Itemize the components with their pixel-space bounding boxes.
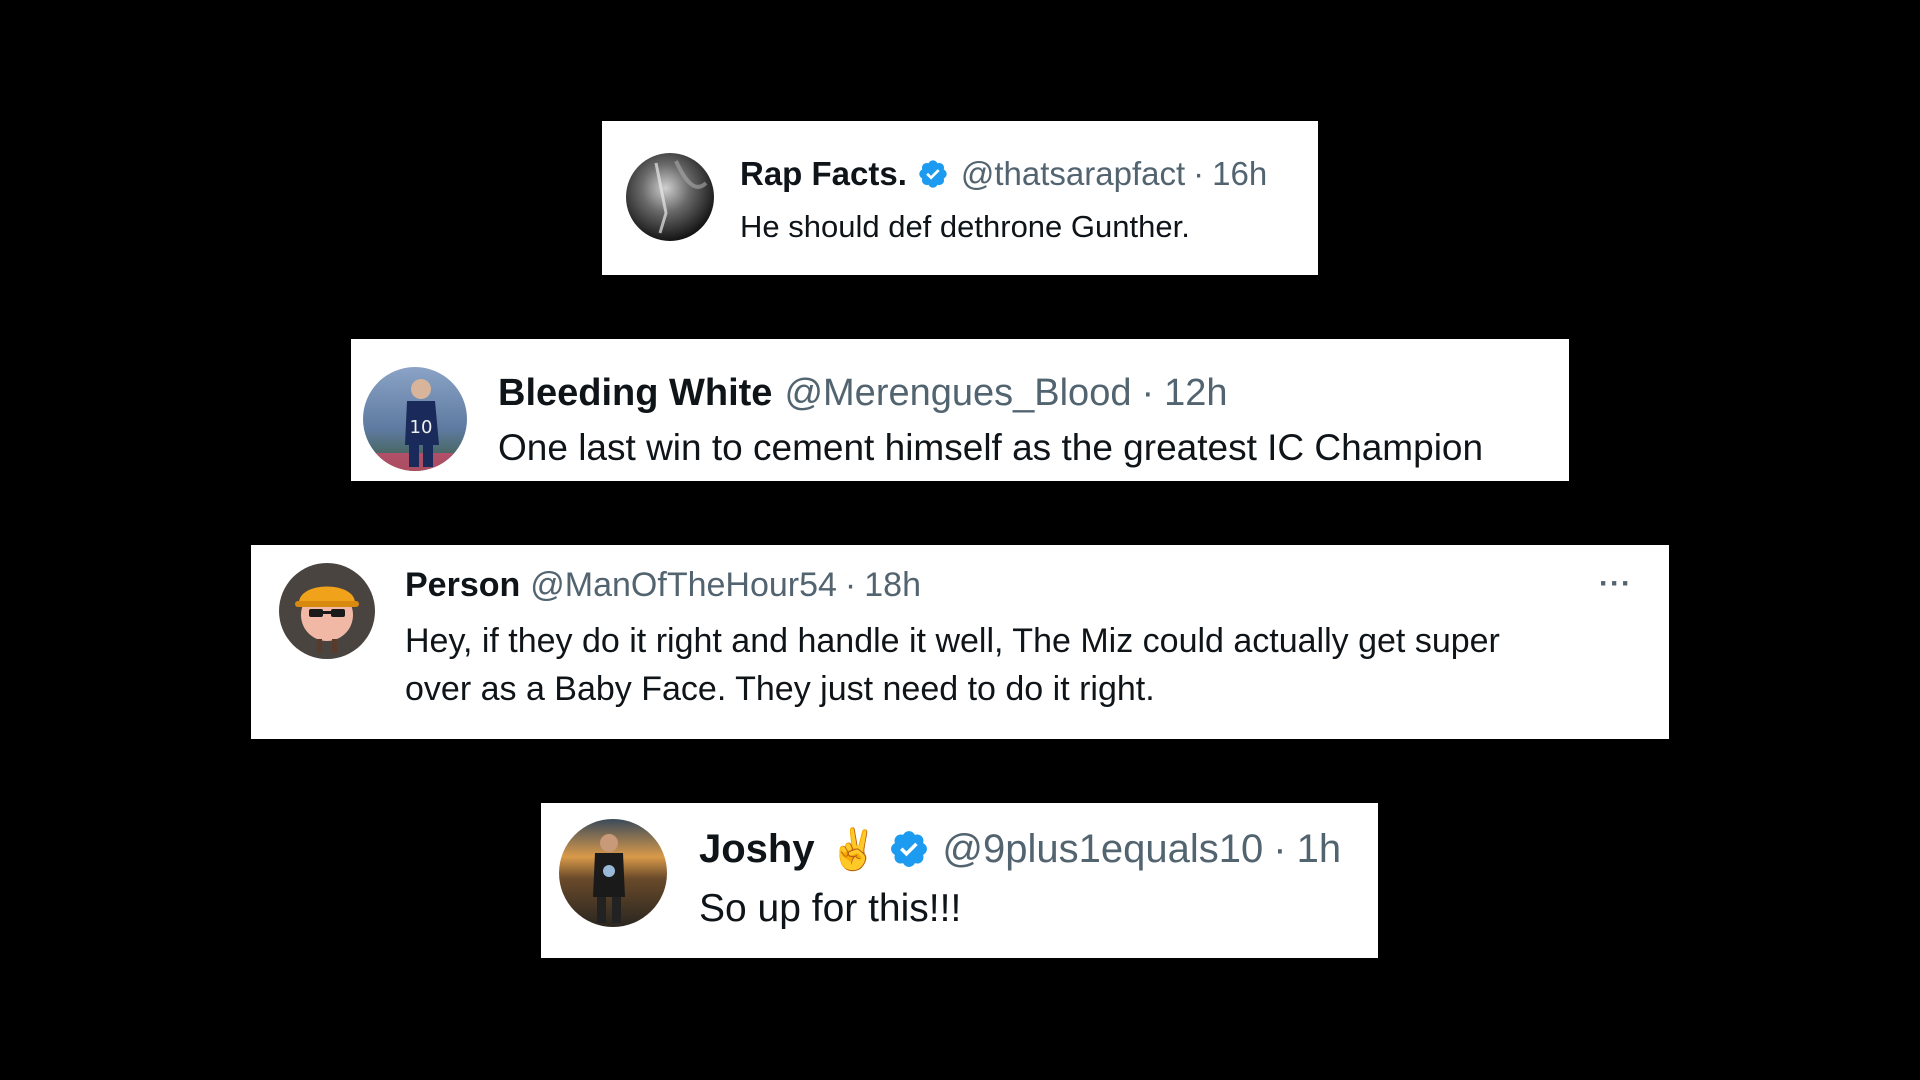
tweet-card[interactable]: Rap Facts. @thatsarapfact · 16h He shoul… xyxy=(602,121,1318,275)
tweet-text: One last win to cement himself as the gr… xyxy=(498,424,1483,472)
timestamp[interactable]: 16h xyxy=(1212,155,1267,193)
tweet-header: Person @ManOfTheHour54 · 18h xyxy=(405,563,921,607)
sunset-person-avatar-icon[interactable] xyxy=(559,819,667,927)
display-name[interactable]: Rap Facts. xyxy=(740,155,907,193)
tweet-text-line: over as a Baby Face. They just need to d… xyxy=(405,670,1155,708)
display-name[interactable]: Joshy xyxy=(699,827,815,872)
tweet-text-line: Hey, if they do it right and handle it w… xyxy=(405,622,1500,660)
user-handle[interactable]: @Merengues_Blood xyxy=(784,372,1131,415)
verified-badge-icon xyxy=(888,828,930,870)
more-options-icon[interactable]: ··· xyxy=(1599,567,1632,601)
tweet-header: Joshy ✌️ @9plus1equals10 · 1h xyxy=(699,823,1341,875)
tweet-text-line: He should def dethrone Gunther. xyxy=(740,209,1190,244)
display-name[interactable]: Person xyxy=(405,566,520,605)
tweet-text: He should def dethrone Gunther. xyxy=(740,205,1190,249)
timestamp[interactable]: 1h xyxy=(1297,827,1342,872)
display-name[interactable]: Bleeding White xyxy=(498,372,772,415)
tweet-header: Bleeding White @Merengues_Blood · 12h xyxy=(498,369,1228,417)
dark-smoke-avatar-icon[interactable] xyxy=(626,153,714,241)
tweet-text: Hey, if they do it right and handle it w… xyxy=(405,617,1500,713)
tweet-text-line: One last win to cement himself as the gr… xyxy=(498,427,1484,468)
separator-dot: · xyxy=(1141,371,1155,414)
user-handle[interactable]: @ManOfTheHour54 xyxy=(530,566,837,605)
verified-badge-icon xyxy=(917,158,949,190)
footballer-avatar-icon[interactable]: 10 xyxy=(363,367,467,471)
timestamp[interactable]: 18h xyxy=(864,566,921,605)
svg-text:10: 10 xyxy=(410,417,433,438)
separator-dot: · xyxy=(1193,155,1205,192)
tweet-header: Rap Facts. @thatsarapfact · 16h xyxy=(740,153,1267,195)
tweet-card[interactable]: Joshy ✌️ @9plus1equals10 · 1h So up for … xyxy=(541,803,1378,958)
user-handle[interactable]: @9plus1equals10 xyxy=(942,827,1263,872)
tweet-card[interactable]: 10 Bleeding White @Merengues_Blood · 12h… xyxy=(351,339,1569,481)
tweet-text: So up for this!!! xyxy=(699,883,961,935)
tweet-text-line: So up for this!!! xyxy=(699,887,962,930)
tweet-card[interactable]: Person @ManOfTheHour54 · 18h ··· Hey, if… xyxy=(251,545,1669,739)
timestamp[interactable]: 12h xyxy=(1164,372,1227,415)
separator-dot: · xyxy=(844,565,857,604)
cartoon-hardhat-avatar-icon[interactable] xyxy=(279,563,375,659)
separator-dot: · xyxy=(1273,826,1287,871)
user-handle[interactable]: @thatsarapfact xyxy=(961,155,1185,193)
victory-hand-emoji: ✌️ xyxy=(828,827,879,872)
